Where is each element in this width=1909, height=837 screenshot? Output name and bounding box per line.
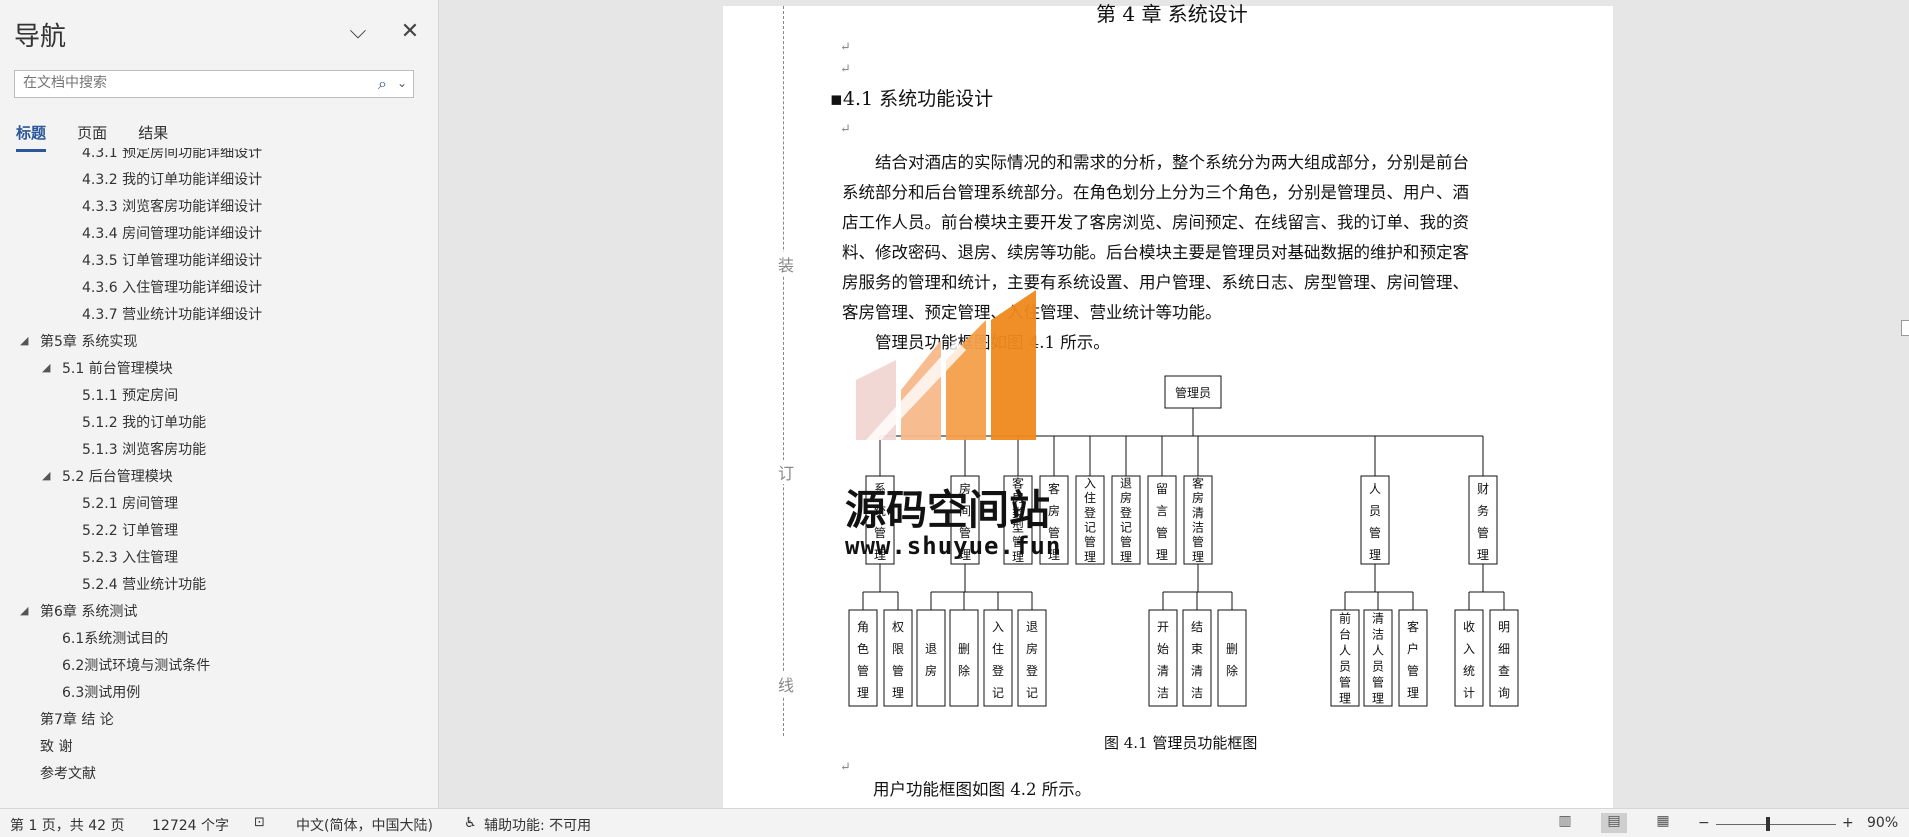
para-line: 系统部分和后台管理系统部分。在角色划分上分为三个角色，分别是管理员、用户、酒 — [842, 183, 1469, 202]
watermark-text: 源码空间站 — [845, 486, 1050, 534]
outline-item[interactable]: 4.3.7 营业统计功能详细设计 — [82, 304, 262, 324]
nav-title: 导航 — [14, 22, 67, 52]
web-layout-icon[interactable]: ▦ — [1650, 813, 1676, 833]
outline-item[interactable]: 5.1 前台管理模块 — [62, 358, 173, 378]
outline-item[interactable]: 第6章 系统测试 — [40, 601, 137, 621]
search-box[interactable]: ⌕ ⌄ — [14, 70, 414, 98]
outline-item[interactable]: 4.3.4 房间管理功能详细设计 — [82, 223, 262, 243]
binding-line — [783, 6, 784, 736]
zoom-slider-thumb[interactable] — [1766, 817, 1770, 831]
paragraph-mark: ↵ — [840, 760, 851, 775]
outline-item[interactable]: 4.3.1 预定房间功能详细设计 — [82, 148, 262, 162]
outline-item[interactable]: 5.1.2 我的订单功能 — [82, 412, 206, 432]
close-icon[interactable]: ✕ — [398, 20, 422, 44]
outline-item[interactable]: 第5章 系统实现 — [40, 331, 137, 351]
expand-toggle-icon[interactable]: ◢ — [20, 334, 28, 347]
outline-item[interactable]: 4.3.5 订单管理功能详细设计 — [82, 250, 262, 270]
outline-item[interactable]: 6.1系统测试目的 — [62, 628, 168, 648]
diagram-node-label: 退房登记管理 — [1120, 476, 1132, 563]
binding-char: 装 — [778, 252, 795, 276]
paragraph-mark: ↵ — [840, 122, 851, 137]
print-layout-icon[interactable]: ▤ — [1601, 813, 1627, 833]
body-paragraph-next: 用户功能框图如图 4.2 所示。 — [873, 780, 1092, 799]
outline-item[interactable]: 5.2.2 订单管理 — [82, 520, 178, 540]
outline-item[interactable]: 致 谢 — [40, 736, 72, 756]
diagram-node-label: 客房清洁管理 — [1192, 475, 1204, 563]
figure-caption: 图 4.1 管理员功能框图 — [1104, 734, 1258, 752]
outline-item[interactable]: 4.3.2 我的订单功能详细设计 — [82, 169, 262, 189]
language-indicator[interactable]: 中文(简体，中国大陆) — [296, 815, 433, 835]
expand-toggle-icon[interactable]: ◢ — [42, 469, 50, 482]
diagram-node — [1217, 609, 1247, 707]
read-mode-icon[interactable]: ▥ — [1552, 813, 1578, 833]
status-bar: 第 1 页，共 42 页 12724 个字 ⊡ 中文(简体，中国大陆) ♿ 辅助… — [0, 808, 1909, 837]
para-line: 料、修改密码、退房、续房等功能。后台模块主要是管理员对基础数据的维护和预定客 — [842, 243, 1469, 262]
search-input[interactable] — [15, 71, 381, 95]
expand-toggle-icon[interactable]: ◢ — [42, 361, 50, 374]
outline-item[interactable]: 5.2.3 入住管理 — [82, 547, 178, 567]
accessibility-status[interactable]: 辅助功能: 不可用 — [484, 815, 591, 835]
outline-item[interactable]: 5.2 后台管理模块 — [62, 466, 173, 486]
outline-item[interactable]: 参考文献 — [40, 763, 96, 783]
accessibility-icon[interactable]: ♿ — [464, 815, 477, 831]
outline-tree: 4.3.1 预定房间功能详细设计 4.3.2 我的订单功能详细设计 4.3.3 浏览… — [0, 148, 438, 798]
para-line: 店工作人员。前台模块主要开发了客房浏览、房间预定、在线留言、我的订单、我的资 — [842, 213, 1469, 232]
navigation-pane: 导航 ⌵ ✕ ⌕ ⌄ 标题 页面 结果 4.3.1 预定房间功能详细设计4.3.… — [0, 0, 439, 808]
section-title-text: 4.1 系统功能设计 — [842, 88, 994, 110]
page-count[interactable]: 第 1 页，共 42 页 — [10, 815, 125, 835]
word-count[interactable]: 12724 个字 — [152, 815, 229, 835]
diagram-node — [949, 609, 979, 707]
chapter-title: 第 4 章 系统设计 — [1096, 2, 1248, 26]
proofing-icon[interactable]: ⊡ — [254, 815, 265, 830]
zoom-slider[interactable] — [1716, 824, 1836, 825]
tab-pages[interactable]: 页面 — [77, 122, 107, 149]
paragraph-mark: ↵ — [840, 40, 851, 55]
outline-item[interactable]: 第7章 结 论 — [40, 709, 114, 729]
outline-item[interactable]: 6.2测试环境与测试条件 — [62, 655, 210, 675]
section-title: ▪4.1 系统功能设计 — [830, 88, 994, 110]
expand-toggle-icon[interactable]: ◢ — [20, 604, 28, 617]
outline-item[interactable]: 6.3测试用例 — [62, 682, 140, 702]
zoom-in-icon[interactable]: + — [1842, 815, 1854, 831]
outline-item[interactable]: 4.3.6 入住管理功能详细设计 — [82, 277, 262, 297]
tab-results[interactable]: 结果 — [138, 122, 168, 149]
dropdown-icon[interactable]: ⌄ — [397, 76, 407, 90]
binding-char: 线 — [778, 672, 795, 696]
para-line: 结合对酒店的实际情况的和需求的分析，整个系统分为两大组成部分，分别是前台 — [875, 153, 1469, 172]
chevron-down-icon[interactable]: ⌵ — [346, 20, 370, 44]
diagram-root-label: 管理员 — [1175, 385, 1211, 400]
diagram-node — [916, 609, 946, 707]
outline-item[interactable]: 4.3.3 浏览客房功能详细设计 — [82, 196, 262, 216]
zoom-level[interactable]: 90% — [1867, 815, 1898, 831]
paragraph-mark: ↵ — [840, 62, 851, 77]
scrollbar-thumb[interactable] — [1901, 320, 1909, 336]
search-icon[interactable]: ⌕ — [378, 74, 387, 94]
outline-item[interactable]: 5.2.4 营业统计功能 — [82, 574, 206, 594]
outline-item[interactable]: 5.2.1 房间管理 — [82, 493, 178, 513]
zoom-out-icon[interactable]: − — [1698, 815, 1710, 831]
outline-item[interactable]: 5.1.3 浏览客房功能 — [82, 439, 206, 459]
binding-char: 订 — [778, 460, 795, 484]
outline-item[interactable]: 5.1.1 预定房间 — [82, 385, 178, 405]
watermark-url: www.shuyue.fun — [845, 532, 1062, 560]
